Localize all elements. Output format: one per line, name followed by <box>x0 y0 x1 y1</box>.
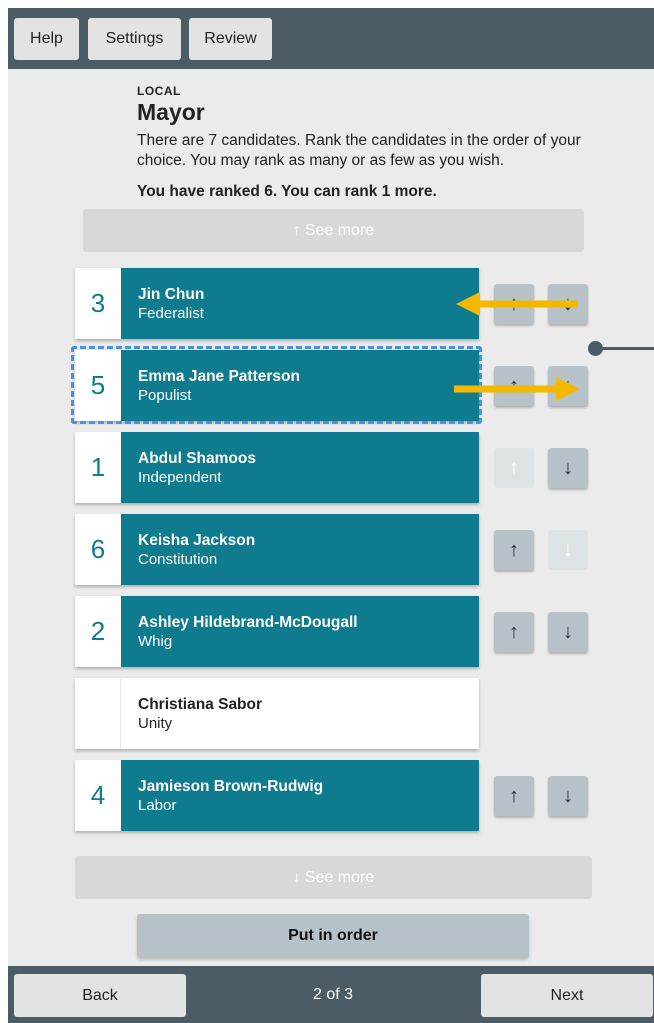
contest-section-label: LOCAL <box>137 84 181 98</box>
arrow-up-icon: ↑ <box>509 538 519 561</box>
candidate-info: Christiana Sabor Unity <box>121 678 479 749</box>
candidate-name: Keisha Jackson <box>138 532 256 549</box>
candidate-party: Unity <box>138 715 173 732</box>
review-button[interactable]: Review <box>189 18 272 60</box>
candidate-party: Federalist <box>138 305 204 322</box>
ranked-status: You have ranked 6. You can rank 1 more. <box>137 183 437 200</box>
move-down-button[interactable]: ↓ <box>548 448 588 488</box>
candidate-name: Christiana Sabor <box>138 696 263 713</box>
candidate-name: Abdul Shamoos <box>138 450 256 467</box>
settings-button[interactable]: Settings <box>88 18 181 60</box>
rank-number: 1 <box>75 432 121 503</box>
ballot-screen: Help Settings Review LOCAL Mayor There a… <box>8 8 654 1023</box>
candidate-info: Jin Chun Federalist <box>121 268 479 339</box>
arrow-up-icon: ↑ <box>292 221 301 239</box>
move-up-button[interactable]: ↑ <box>494 776 534 816</box>
arrow-down-icon: ↓ <box>563 620 573 643</box>
move-up-button[interactable]: ↑ <box>494 366 534 406</box>
arrow-down-icon: ↓ <box>563 784 573 807</box>
see-more-label: See more <box>304 221 375 239</box>
arrow-up-icon: ↑ <box>509 292 519 315</box>
candidate-row[interactable]: 4 Jamieson Brown-Rudwig Labor <box>75 760 479 831</box>
candidate-row[interactable]: 1 Abdul Shamoos Independent <box>75 432 479 503</box>
candidate-row[interactable]: 2 Ashley Hildebrand-McDougall Whig <box>75 596 479 667</box>
bottom-nav-bar: Back 2 of 3 Next <box>8 966 654 1023</box>
contest-header: LOCAL Mayor There are 7 candidates. Rank… <box>137 84 617 202</box>
see-more-label: See more <box>304 868 375 886</box>
arrow-up-icon: ↑ <box>509 784 519 807</box>
arrow-up-icon: ↑ <box>509 374 519 397</box>
focus-outline <box>71 346 482 424</box>
move-down-button[interactable]: ↓ <box>548 776 588 816</box>
candidate-party: Constitution <box>138 551 218 568</box>
arrow-down-icon: ↓ <box>563 374 573 397</box>
candidate-info: Abdul Shamoos Independent <box>121 432 479 503</box>
candidate-name: Ashley Hildebrand-McDougall <box>138 614 358 631</box>
next-button[interactable]: Next <box>481 974 653 1017</box>
candidate-info: Jamieson Brown-Rudwig Labor <box>121 760 479 831</box>
candidate-name: Jin Chun <box>138 286 205 303</box>
page-indicator: 2 of 3 <box>312 986 354 1003</box>
arrow-down-icon: ↓ <box>563 456 573 479</box>
move-down-button[interactable]: ↓ <box>548 530 588 570</box>
candidate-name: Jamieson Brown-Rudwig <box>138 778 324 795</box>
contest-description: There are 7 candidates. Rank the candida… <box>137 132 581 169</box>
rank-number: 3 <box>75 268 121 339</box>
put-in-order-button[interactable]: Put in order <box>137 914 529 958</box>
callout-line <box>598 347 654 350</box>
candidate-row[interactable]: 6 Keisha Jackson Constitution <box>75 514 479 585</box>
rank-number: 2 <box>75 596 121 667</box>
arrow-up-icon: ↑ <box>509 620 519 643</box>
move-down-button[interactable]: ↓ <box>548 612 588 652</box>
candidate-row[interactable]: Christiana Sabor Unity <box>75 678 479 749</box>
move-down-button[interactable]: ↓ <box>548 284 588 324</box>
candidate-party: Independent <box>138 469 222 486</box>
callout-dot <box>588 341 603 356</box>
arrow-down-icon: ↓ <box>563 538 573 561</box>
rank-number: 6 <box>75 514 121 585</box>
see-more-down-button[interactable]: ↓ See more <box>75 856 592 899</box>
candidate-info: Keisha Jackson Constitution <box>121 514 479 585</box>
rank-number: 4 <box>75 760 121 831</box>
arrow-down-icon: ↓ <box>292 868 301 886</box>
see-more-up-button[interactable]: ↑ See more <box>83 209 584 252</box>
candidate-party: Labor <box>138 797 177 814</box>
top-toolbar: Help Settings Review <box>8 8 654 69</box>
move-up-button[interactable]: ↑ <box>494 284 534 324</box>
arrow-up-icon: ↑ <box>509 456 519 479</box>
help-button[interactable]: Help <box>14 18 79 60</box>
candidate-party: Whig <box>138 633 173 650</box>
contest-title: Mayor <box>137 99 205 125</box>
candidate-row[interactable]: 3 Jin Chun Federalist <box>75 268 479 339</box>
back-button[interactable]: Back <box>14 974 186 1017</box>
move-up-button[interactable]: ↑ <box>494 448 534 488</box>
move-down-button[interactable]: ↓ <box>548 366 588 406</box>
candidate-info: Ashley Hildebrand-McDougall Whig <box>121 596 479 667</box>
move-up-button[interactable]: ↑ <box>494 612 534 652</box>
arrow-down-icon: ↓ <box>563 292 573 315</box>
move-up-button[interactable]: ↑ <box>494 530 534 570</box>
rank-number <box>75 678 121 749</box>
